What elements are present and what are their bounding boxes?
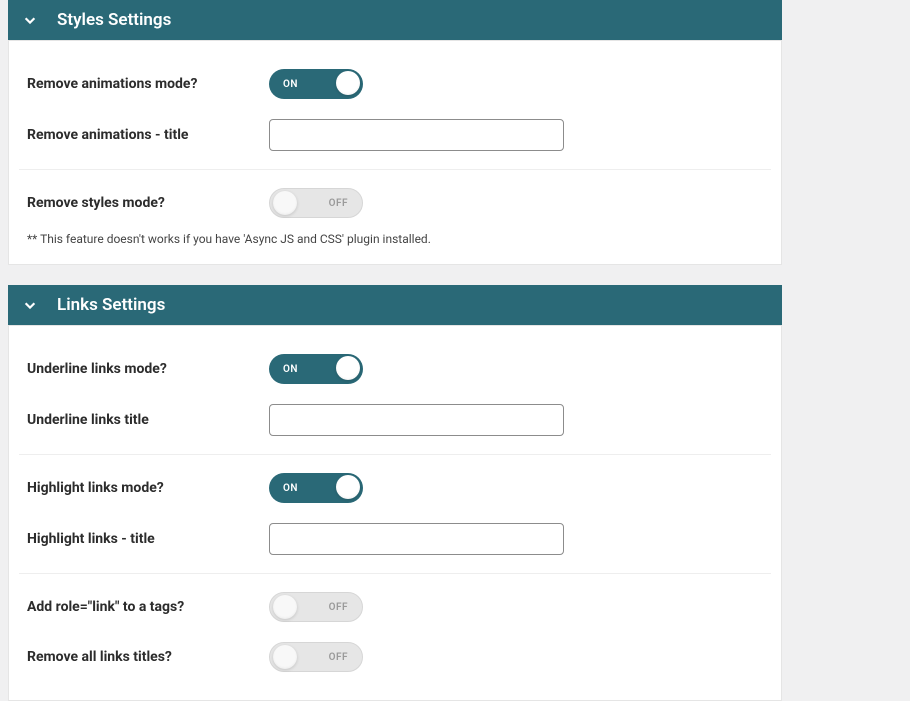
divider [19,454,771,455]
divider [19,169,771,170]
links-settings-body: Underline links mode? ON Underline links… [8,325,782,701]
remove-animations-title-label: Remove animations - title [19,127,269,143]
underline-links-toggle[interactable]: ON [269,354,363,384]
styles-settings-title: Styles Settings [57,10,171,30]
underline-links-row: Underline links mode? ON [19,344,771,394]
divider [19,573,771,574]
links-settings-title: Links Settings [57,295,165,315]
toggle-knob [336,71,360,95]
remove-styles-note: ** This feature doesn't works if you hav… [19,228,771,246]
add-role-label: Add role="link" to a tags? [19,599,269,615]
chevron-down-icon [23,297,39,313]
underline-links-title-row: Underline links title [19,394,771,446]
toggle-on-label: ON [269,364,312,375]
underline-links-title-input[interactable] [269,404,564,436]
add-role-row: Add role="link" to a tags? OFF [19,582,771,632]
remove-animations-row: Remove animations mode? ON [19,59,771,109]
toggle-on-label: ON [269,79,312,90]
toggle-off-label: OFF [315,198,362,209]
toggle-off-label: OFF [315,602,362,613]
links-settings-section: Links Settings Underline links mode? ON … [0,285,910,701]
toggle-knob [273,191,297,215]
chevron-down-icon [23,12,39,28]
add-role-toggle[interactable]: OFF [269,592,363,622]
highlight-links-title-input[interactable] [269,523,564,555]
remove-animations-toggle[interactable]: ON [269,69,363,99]
toggle-knob [273,645,297,669]
remove-styles-toggle[interactable]: OFF [269,188,363,218]
remove-animations-title-input[interactable] [269,119,564,151]
toggle-knob [336,356,360,380]
styles-settings-body: Remove animations mode? ON Remove animat… [8,40,782,265]
highlight-links-title-row: Highlight links - title [19,513,771,565]
underline-links-title-label: Underline links title [19,412,269,428]
toggle-on-label: ON [269,483,312,494]
highlight-links-title-label: Highlight links - title [19,531,269,547]
highlight-links-row: Highlight links mode? ON [19,463,771,513]
styles-settings-header[interactable]: Styles Settings [8,0,782,40]
highlight-links-label: Highlight links mode? [19,480,269,496]
underline-links-label: Underline links mode? [19,361,269,377]
remove-styles-label: Remove styles mode? [19,195,269,211]
styles-settings-section: Styles Settings Remove animations mode? … [0,0,910,265]
remove-animations-label: Remove animations mode? [19,76,269,92]
toggle-knob [336,475,360,499]
remove-titles-toggle[interactable]: OFF [269,642,363,672]
remove-titles-label: Remove all links titles? [19,649,269,665]
highlight-links-toggle[interactable]: ON [269,473,363,503]
remove-animations-title-row: Remove animations - title [19,109,771,161]
remove-titles-row: Remove all links titles? OFF [19,632,771,682]
remove-styles-row: Remove styles mode? OFF [19,178,771,228]
toggle-off-label: OFF [315,652,362,663]
links-settings-header[interactable]: Links Settings [8,285,782,325]
toggle-knob [273,595,297,619]
